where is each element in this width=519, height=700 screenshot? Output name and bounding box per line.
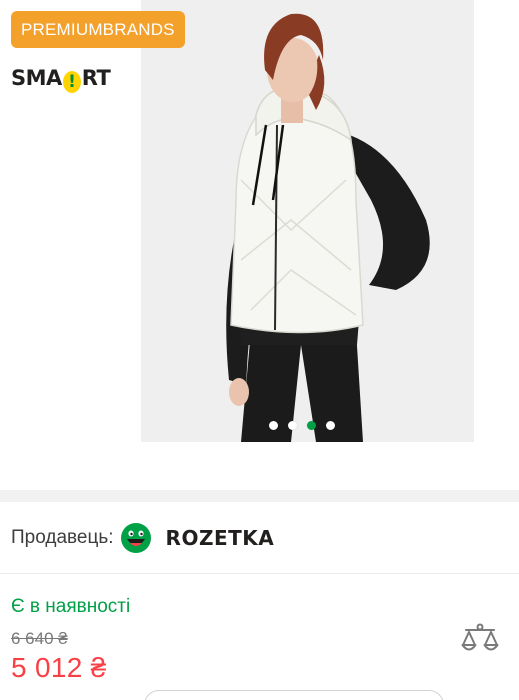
gallery-dot[interactable] <box>288 421 297 430</box>
seller-info: Продавець: ROZETKA <box>0 502 519 574</box>
current-price: 5 012 ₴ <box>11 652 107 683</box>
smart-logo: SMA! RT <box>11 65 111 93</box>
compare-scales-icon <box>461 623 499 651</box>
seller-label: Продавець: <box>11 526 114 548</box>
premium-brands-badge: PREMIUMBRANDS <box>11 11 185 48</box>
gallery-dot-active[interactable] <box>307 421 316 430</box>
gallery-dot[interactable] <box>269 421 278 430</box>
product-gallery[interactable]: PREMIUMBRANDS SMA! RT <box>0 0 519 490</box>
availability-status: Є в наявності <box>11 596 131 617</box>
gallery-dot[interactable] <box>326 421 335 430</box>
product-image[interactable] <box>141 0 474 442</box>
compare-button[interactable] <box>458 620 502 660</box>
seller-name[interactable]: ROZETKA <box>166 526 275 550</box>
rozetka-logo-icon <box>120 522 152 554</box>
smart-badge: SMA! RT <box>11 64 111 94</box>
old-price: 6 640 ₴ <box>11 629 68 648</box>
bottom-action-bar[interactable] <box>144 690 444 700</box>
gallery-pagination <box>269 421 335 430</box>
section-divider <box>0 490 519 502</box>
